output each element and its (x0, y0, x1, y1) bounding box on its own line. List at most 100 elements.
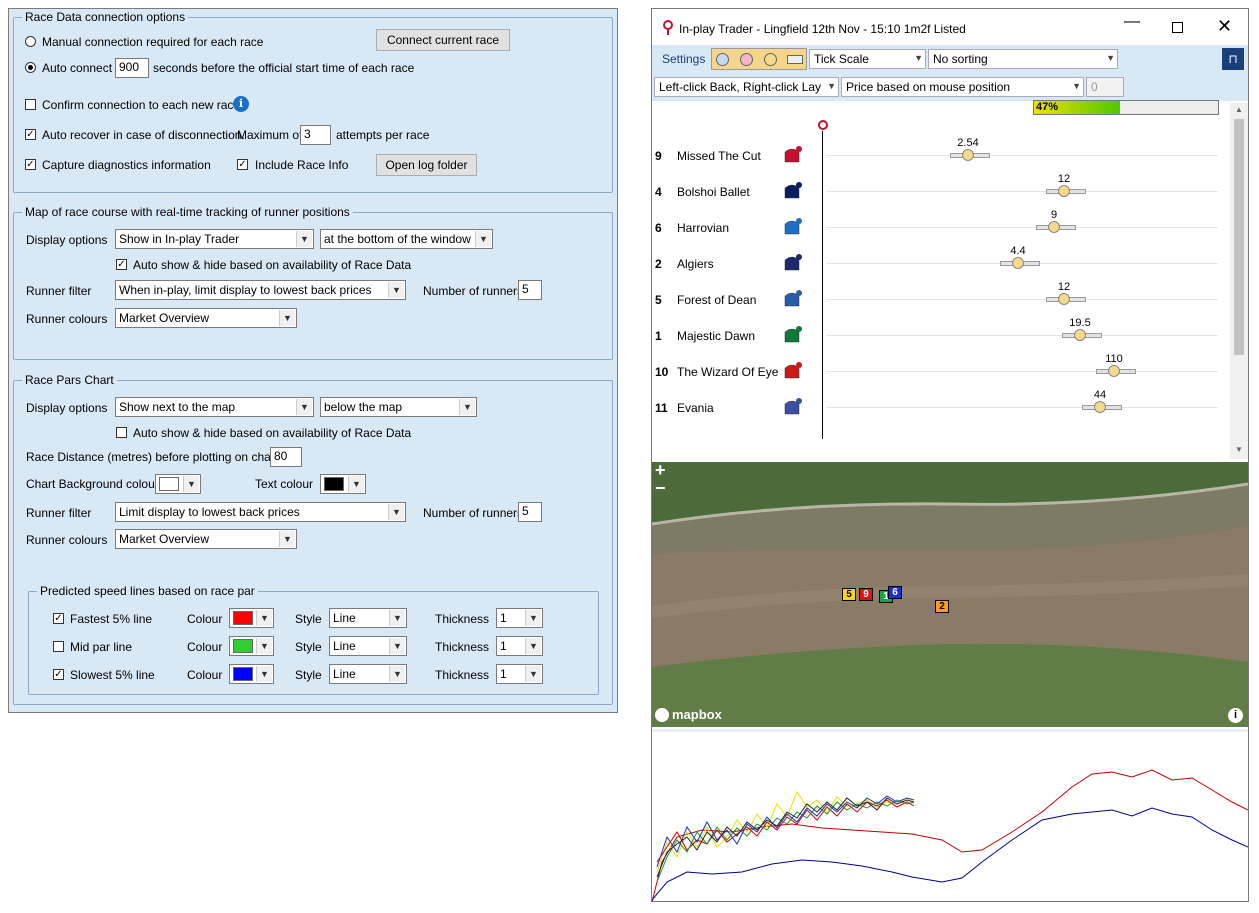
info-icon[interactable]: i (233, 96, 249, 112)
auto-connect-radio[interactable] (25, 62, 36, 73)
chevron-down-icon: ▼ (279, 531, 295, 547)
include-race-info-checkbox[interactable]: ✓ (237, 159, 248, 170)
traded-price-dot[interactable] (1012, 257, 1024, 269)
slowest-line-checkbox[interactable]: ✓ (53, 669, 64, 680)
start-marker-icon (818, 120, 828, 130)
auto-connect-label: Auto connect (42, 61, 113, 75)
traded-price-dot[interactable] (1058, 185, 1070, 197)
map-display-select[interactable]: Show in In-play Trader ▼ (115, 229, 314, 249)
settings-button[interactable]: Settings (662, 52, 705, 66)
chevron-down-icon: ▼ (296, 399, 312, 415)
pars-text-colour-picker[interactable]: ▼ (320, 474, 366, 494)
price-label: 2.54 (957, 137, 979, 149)
chevron-down-icon: ▼ (475, 231, 491, 247)
maximize-button[interactable] (1172, 22, 1183, 33)
slowest-style-value: Line (333, 667, 356, 681)
runner-number: 11 (655, 401, 668, 415)
bar-icon[interactable] (787, 55, 803, 64)
pars-distance-input[interactable]: 80 (270, 447, 302, 467)
pars-runner-filter-select[interactable]: Limit display to lowest back prices ▼ (115, 502, 406, 522)
minimize-button[interactable]: — (1124, 13, 1140, 31)
chevron-down-icon: ▼ (256, 638, 272, 654)
chevron-down-icon: ▼ (827, 81, 836, 91)
tick-scale-select[interactable]: Tick Scale ▼ (809, 49, 926, 69)
window-title: In-play Trader - Lingfield 12th Nov - 15… (679, 22, 966, 36)
pars-runner-colours-select[interactable]: Market Overview ▼ (115, 529, 297, 549)
map-num-runners-input[interactable]: 5 (518, 280, 542, 300)
map-auto-show-checkbox[interactable]: ✓ (116, 259, 127, 270)
price-mode-select[interactable]: Price based on mouse position ▼ (841, 77, 1084, 97)
auto-recover-checkbox[interactable]: ✓ (25, 129, 36, 140)
traded-price-dot[interactable] (1094, 401, 1106, 413)
runner-row[interactable]: 11 Evania 44 (652, 389, 1230, 429)
pars-position-select[interactable]: below the map ▼ (320, 397, 477, 417)
traded-circle-icon[interactable] (764, 53, 777, 66)
connect-current-race-button[interactable]: Connect current race (376, 29, 510, 51)
runner-row[interactable]: 6 Harrovian 9 (652, 209, 1230, 249)
slowest-style-select[interactable]: Line ▼ (329, 664, 407, 684)
runner-map-marker: 6 (888, 586, 902, 599)
runner-row[interactable]: 10 The Wizard Of Eye 110 (652, 353, 1230, 393)
runner-row[interactable]: 5 Forest of Dean 12 (652, 281, 1230, 321)
runner-name: The Wizard Of Eye (677, 365, 779, 379)
pars-position-value: below the map (324, 400, 403, 414)
slowest-thickness-select[interactable]: 1 ▼ (496, 664, 543, 684)
traded-price-dot[interactable] (1048, 221, 1060, 233)
scroll-down-icon[interactable]: ▼ (1235, 445, 1243, 454)
manual-label: Manual connection required for each race (42, 35, 264, 49)
map-info-icon[interactable]: i (1228, 708, 1243, 723)
pars-distance-label: Race Distance (metres) before plotting o… (26, 450, 279, 464)
pars-num-runners-input[interactable]: 5 (518, 502, 542, 522)
traded-price-dot[interactable] (1074, 329, 1086, 341)
click-mode-select[interactable]: Left-click Back, Right-click Lay ▼ (654, 77, 839, 97)
sorting-select[interactable]: No sorting ▼ (928, 49, 1118, 69)
map-runner-filter-select[interactable]: When in-play, limit display to lowest ba… (115, 280, 406, 300)
zoom-out-button[interactable]: − (655, 478, 666, 499)
fastest-colour-picker[interactable]: ▼ (229, 608, 274, 628)
manual-radio[interactable] (25, 36, 36, 47)
chevron-down-icon: ▼ (256, 610, 272, 626)
open-log-folder-button[interactable]: Open log folder (376, 154, 477, 176)
scroll-thumb[interactable] (1234, 119, 1244, 355)
ladder-scrollbar[interactable]: ▲ ▼ (1230, 103, 1248, 459)
auto-connect-seconds-input[interactable]: 900 (115, 58, 149, 78)
fastest-thickness-select[interactable]: 1 ▼ (496, 608, 543, 628)
pars-auto-show-checkbox[interactable] (116, 427, 127, 438)
mid-line-label: Mid par line (70, 640, 133, 654)
fastest-line-checkbox[interactable]: ✓ (53, 613, 64, 624)
mid-colour-picker[interactable]: ▼ (229, 636, 274, 656)
scroll-up-icon[interactable]: ▲ (1235, 105, 1243, 114)
map-runner-colours-select[interactable]: Market Overview ▼ (115, 308, 297, 328)
pars-bg-colour-picker[interactable]: ▼ (155, 474, 201, 494)
diagnostics-checkbox[interactable]: ✓ (25, 159, 36, 170)
pin-icon[interactable]: ⊓ (1222, 48, 1244, 70)
runner-row[interactable]: 2 Algiers 4.4 (652, 245, 1230, 285)
traded-price-dot[interactable] (1108, 365, 1120, 377)
pars-auto-show-label: Auto show & hide based on availability o… (133, 426, 412, 440)
diagnostics-label: Capture diagnostics information (42, 158, 211, 172)
traded-price-dot[interactable] (1058, 293, 1070, 305)
runner-number: 1 (655, 329, 662, 343)
attempts-input[interactable]: 3 (300, 125, 331, 145)
runner-row[interactable]: 9 Missed The Cut 2.54 (652, 137, 1230, 177)
confirm-checkbox[interactable] (25, 99, 36, 110)
jockey-silk-icon (784, 146, 802, 163)
runner-row[interactable]: 4 Bolshoi Ballet 12 (652, 173, 1230, 213)
fastest-style-select[interactable]: Line ▼ (329, 608, 407, 628)
lay-circle-icon[interactable] (740, 53, 753, 66)
traded-price-dot[interactable] (962, 149, 974, 161)
pars-display-select[interactable]: Show next to the map ▼ (115, 397, 314, 417)
mid-line-checkbox[interactable] (53, 641, 64, 652)
mid-style-select[interactable]: Line ▼ (329, 636, 407, 656)
price-value-input[interactable]: 0 (1086, 77, 1124, 97)
map-group: Map of race course with real-time tracki… (13, 205, 613, 360)
runner-row[interactable]: 1 Majestic Dawn 19.5 (652, 317, 1230, 357)
slowest-colour-picker[interactable]: ▼ (229, 664, 274, 684)
race-map[interactable]: + − mapbox i 59162 (652, 462, 1248, 727)
map-position-select[interactable]: at the bottom of the window ▼ (320, 229, 493, 249)
back-circle-icon[interactable] (716, 53, 729, 66)
mid-thickness-select[interactable]: 1 ▼ (496, 636, 543, 656)
close-button[interactable]: ✕ (1217, 16, 1232, 37)
price-label: 9 (1050, 209, 1058, 221)
price-label: 44 (1093, 389, 1107, 401)
